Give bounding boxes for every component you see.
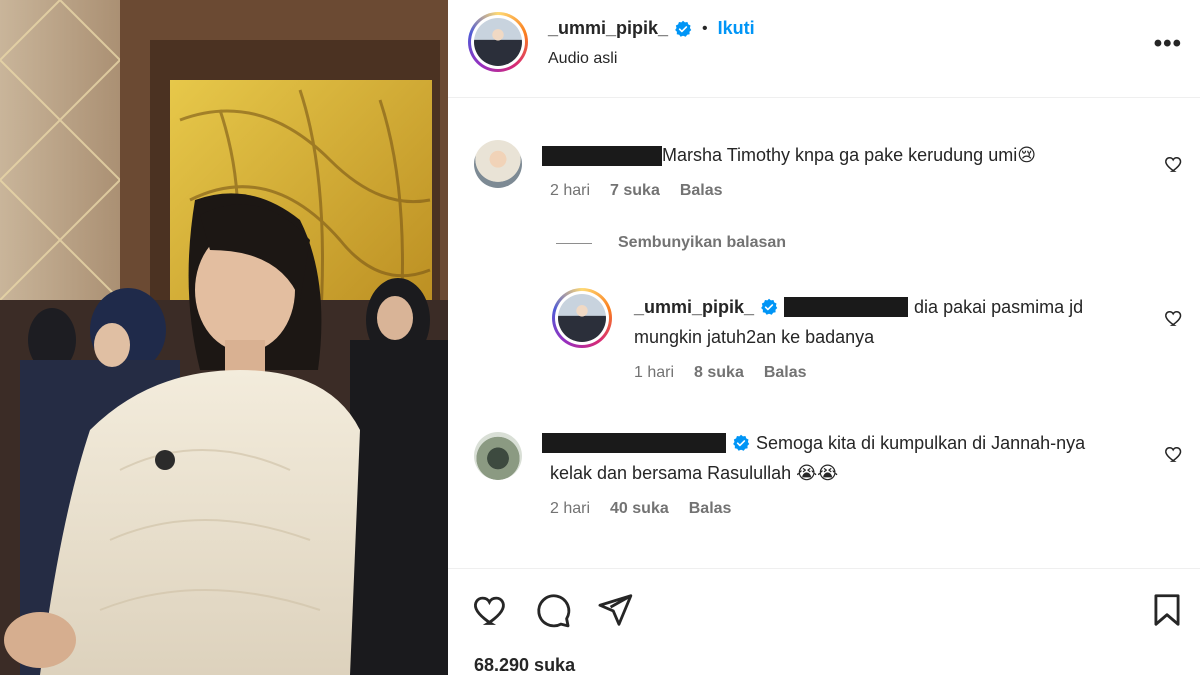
like-heart-icon[interactable]: [472, 591, 510, 629]
profile-avatar[interactable]: [468, 12, 528, 72]
redacted-mention: [784, 297, 909, 317]
header-user-row: _ummi_pipik_ • Ikuti: [548, 18, 755, 39]
comment-item-2: _ummi_pipik_ dia pakai pasmima jd mungki…: [634, 292, 1154, 352]
comment-meta-3: 2 hari 40 suka Balas: [550, 500, 731, 518]
reply-avatar[interactable]: [552, 288, 612, 348]
post-action-bar: 68.290 suka: [448, 568, 1200, 675]
comment-likes[interactable]: 8 suka: [694, 364, 744, 382]
comment-item-3: Semoga kita di kumpulkan di Jannah-nya k…: [542, 428, 1102, 488]
comment-likes[interactable]: 7 suka: [610, 182, 660, 200]
redacted-username: [542, 146, 662, 167]
reply-button[interactable]: Balas: [689, 500, 732, 518]
commenter-avatar[interactable]: [474, 432, 522, 480]
comment-text-line2: kelak dan bersama Rasulullah 😭😭: [550, 463, 839, 483]
post-likes-count[interactable]: 68.290 suka: [474, 655, 575, 675]
audio-label[interactable]: Audio asli: [548, 50, 617, 68]
comment-time: 1 hari: [634, 364, 675, 381]
comment-meta-2: 1 hari 8 suka Balas: [634, 364, 807, 382]
commenter-avatar[interactable]: [474, 140, 522, 188]
photo-illustration: [0, 0, 448, 675]
post-header: _ummi_pipik_ • Ikuti Audio asli •••: [448, 0, 1200, 98]
verified-badge-icon: [733, 434, 750, 451]
verified-badge-icon: [675, 20, 692, 37]
comment-time: 2 hari: [550, 500, 591, 517]
reply-button[interactable]: Balas: [680, 182, 723, 200]
more-options-icon[interactable]: •••: [1154, 30, 1182, 58]
header-username[interactable]: _ummi_pipik_: [548, 18, 668, 39]
comment-bubble-icon[interactable]: [534, 591, 572, 629]
reply-button[interactable]: Balas: [764, 364, 807, 382]
comment-text-line1: Semoga kita di kumpulkan di Jannah-nya: [756, 433, 1086, 453]
follow-button[interactable]: Ikuti: [718, 18, 755, 39]
save-bookmark-icon[interactable]: [1148, 591, 1186, 629]
comment-likes[interactable]: 40 suka: [610, 500, 669, 518]
separator-dot: •: [702, 19, 708, 37]
like-comment-heart-icon[interactable]: [1164, 444, 1184, 464]
comment-time: 2 hari: [550, 182, 591, 199]
reply-username[interactable]: _ummi_pipik_: [634, 292, 754, 322]
comment-meta-1: 2 hari 7 suka Balas: [550, 182, 723, 200]
share-send-icon[interactable]: [596, 591, 634, 629]
redacted-username: [542, 433, 726, 453]
comment-item-1: Marsha Timothy knpa ga pake kerudung umi…: [542, 140, 1036, 170]
hide-replies-line: [556, 243, 592, 244]
like-comment-heart-icon[interactable]: [1164, 154, 1184, 174]
like-comment-heart-icon[interactable]: [1164, 308, 1184, 328]
reply-text-line2: mungkin jatuh2an ke badanya: [634, 327, 875, 347]
verified-badge-icon: [761, 298, 778, 315]
comment-text: Marsha Timothy knpa ga pake kerudung umi…: [662, 145, 1036, 165]
post-photo: [0, 0, 448, 675]
hide-replies-button[interactable]: Sembunyikan balasan: [618, 234, 786, 252]
post-detail-panel: _ummi_pipik_ • Ikuti Audio asli ••• Mars…: [448, 0, 1200, 675]
reply-text-line1: dia pakai pasmima jd: [914, 297, 1084, 317]
